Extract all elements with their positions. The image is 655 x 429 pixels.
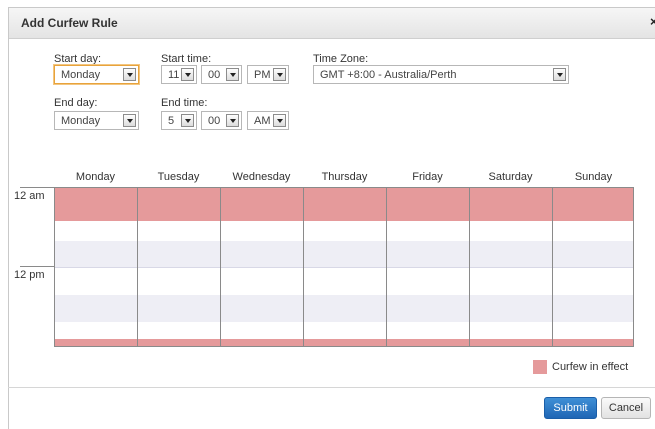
time-zone-value: GMT +8:00 - Australia/Perth: [320, 69, 457, 81]
time-tick-12pm: [20, 266, 54, 267]
dialog-title: Add Curfew Rule: [21, 16, 118, 30]
start-ampm-select[interactable]: PM: [247, 65, 289, 84]
start-hour-select[interactable]: 11: [161, 65, 197, 84]
close-icon[interactable]: ×: [650, 14, 655, 29]
dialog-titlebar: Add Curfew Rule ×: [9, 8, 655, 39]
start-hour-value: 11: [168, 69, 180, 81]
start-day-value: Monday: [61, 69, 101, 81]
chevron-down-icon[interactable]: [226, 114, 239, 127]
schedule-grid[interactable]: [54, 187, 634, 347]
end-day-value: Monday: [61, 115, 101, 127]
chevron-down-icon[interactable]: [226, 68, 239, 81]
day-header-wednesday: Wednesday: [232, 171, 291, 183]
day-header-friday: Friday: [412, 171, 443, 183]
submit-button[interactable]: Submit: [544, 397, 597, 419]
end-time-label: End time:: [161, 97, 208, 109]
end-minute-select[interactable]: 00: [201, 111, 242, 130]
day-divider: [220, 188, 221, 346]
legend-swatch: [533, 360, 547, 374]
day-divider: [469, 188, 470, 346]
chevron-down-icon[interactable]: [123, 114, 136, 127]
time-label-12pm: 12 pm: [14, 269, 45, 281]
end-ampm-select[interactable]: AM: [247, 111, 289, 130]
curfew-block-early-morning[interactable]: [55, 188, 633, 221]
end-hour-select[interactable]: 5: [161, 111, 197, 130]
time-tick-12am: [20, 187, 54, 188]
time-zone-select[interactable]: GMT +8:00 - Australia/Perth: [313, 65, 569, 84]
day-header-monday: Monday: [75, 171, 116, 183]
day-divider: [386, 188, 387, 346]
legend-label: Curfew in effect: [552, 361, 629, 373]
day-divider: [552, 188, 553, 346]
end-ampm-value: AM: [254, 115, 271, 127]
start-day-select[interactable]: Monday: [54, 65, 139, 84]
footer-divider: [8, 387, 655, 388]
row-stripe: [55, 295, 633, 322]
end-minute-value: 00: [208, 115, 221, 127]
chevron-down-icon[interactable]: [553, 68, 566, 81]
time-label-12am: 12 am: [14, 190, 45, 202]
chevron-down-icon[interactable]: [273, 114, 286, 127]
curfew-block-late-night[interactable]: [55, 339, 633, 346]
cancel-button[interactable]: Cancel: [601, 397, 651, 419]
end-hour-value: 5: [168, 115, 175, 127]
end-day-label: End day:: [54, 97, 98, 109]
day-header-tuesday: Tuesday: [157, 171, 200, 183]
day-divider: [137, 188, 138, 346]
time-zone-label: Time Zone:: [313, 53, 369, 65]
row-stripe: [55, 241, 633, 268]
start-minute-value: 00: [208, 69, 221, 81]
chevron-down-icon[interactable]: [181, 68, 194, 81]
chevron-down-icon[interactable]: [181, 114, 194, 127]
start-day-label: Start day:: [54, 53, 102, 65]
start-minute-select[interactable]: 00: [201, 65, 242, 84]
start-ampm-value: PM: [254, 69, 271, 81]
start-time-label: Start time:: [161, 53, 212, 65]
chevron-down-icon[interactable]: [123, 68, 136, 81]
chevron-down-icon[interactable]: [273, 68, 286, 81]
noon-gridline: [55, 267, 633, 268]
day-divider: [303, 188, 304, 346]
day-header-saturday: Saturday: [488, 171, 533, 183]
day-header-thursday: Thursday: [321, 171, 368, 183]
end-day-select[interactable]: Monday: [54, 111, 139, 130]
day-header-sunday: Sunday: [574, 171, 613, 183]
